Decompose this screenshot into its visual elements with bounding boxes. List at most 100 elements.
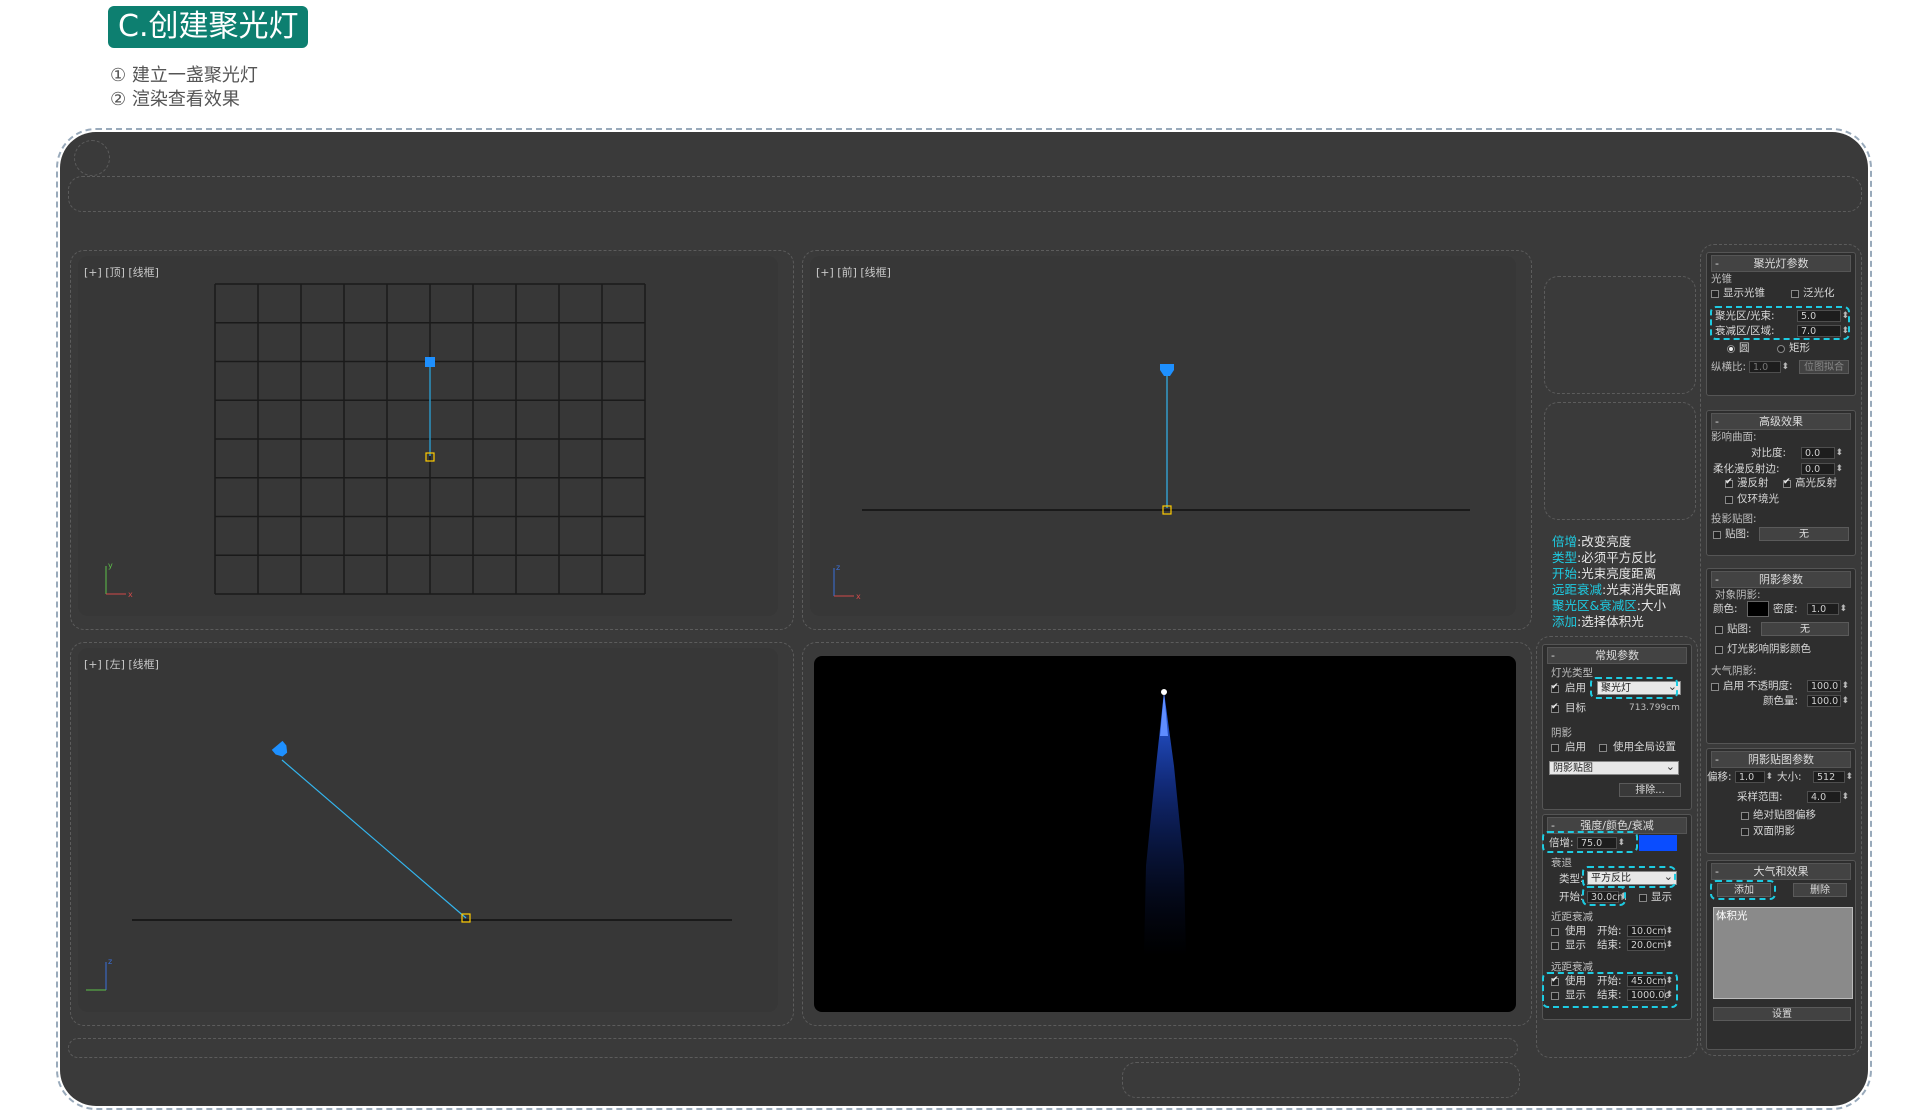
status-area [1122, 1062, 1520, 1098]
setup-button[interactable]: 设置 [1713, 1007, 1851, 1021]
bias-input[interactable]: 1.0 [1735, 771, 1773, 783]
sample-range-input[interactable]: 4.0 [1807, 791, 1849, 803]
notes-list: 倍增:改变亮度 类型:必须平方反比 开始:光束亮度距离 远距衰减:光束消失距离 … [1552, 534, 1681, 630]
circle-radio[interactable] [1727, 345, 1735, 353]
shadow-enable-checkbox[interactable] [1551, 744, 1559, 752]
step-list: ① 建立一盏聚光灯 ② 渲染查看效果 [110, 64, 258, 112]
atmos-enable-checkbox[interactable] [1711, 683, 1719, 691]
two-sided-checkbox[interactable] [1741, 828, 1749, 836]
near-start-label: 开始: [1597, 925, 1622, 937]
opacity-input[interactable]: 100.0 [1807, 680, 1849, 692]
render-view[interactable] [814, 656, 1516, 1012]
circle-label: 圆 [1739, 342, 1750, 354]
viewport-left[interactable]: [+] [左] [线框] z [78, 648, 778, 1012]
step-2: ② 渲染查看效果 [110, 89, 240, 110]
highlight-multiplier [1542, 831, 1638, 853]
size-input[interactable]: 512 [1813, 771, 1853, 783]
shadow-map-button[interactable]: 无 [1761, 622, 1849, 636]
highlight-light-type [1590, 677, 1678, 699]
color-amount-input[interactable]: 100.0 [1807, 695, 1849, 707]
effects-list-item[interactable]: 体积光 [1716, 910, 1748, 923]
affect-surfaces-label: 影响曲面: [1711, 431, 1757, 443]
app-logo-icon[interactable] [74, 140, 110, 176]
density-input[interactable]: 1.0 [1807, 603, 1847, 615]
projector-map-button[interactable]: 无 [1759, 527, 1849, 541]
decay-start-label: 开始: [1559, 891, 1584, 903]
exclude-button[interactable]: 排除... [1619, 783, 1681, 797]
svg-text:x: x [856, 592, 861, 601]
near-use-label: 使用 [1565, 925, 1586, 937]
decay-group-label: 衰退 [1551, 857, 1572, 869]
placeholder-panel-2 [1544, 402, 1696, 520]
advanced-effects-header[interactable]: - 高级效果 [1711, 413, 1851, 430]
note-item: 开始:光束亮度距离 [1552, 566, 1657, 581]
absolute-bias-checkbox[interactable] [1741, 812, 1749, 820]
target-checkbox[interactable] [1551, 702, 1559, 713]
svg-text:x: x [128, 590, 133, 599]
light-type-group-label: 灯光类型 [1551, 667, 1593, 679]
near-show-label: 显示 [1565, 939, 1586, 951]
diffuse-checkbox[interactable] [1725, 477, 1733, 488]
light-color-swatch[interactable] [1639, 835, 1677, 851]
light-source-icon [271, 740, 288, 757]
placeholder-panel-1 [1544, 276, 1696, 394]
atmos-effects-header[interactable]: - 大气和效果 [1711, 863, 1851, 880]
shadow-type-select[interactable]: 阴影贴图 [1549, 760, 1679, 775]
projector-map-checkbox[interactable] [1713, 531, 1721, 539]
sample-range-label: 采样范围: [1737, 791, 1783, 803]
general-params-header[interactable]: - 常规参数 [1547, 647, 1687, 664]
soften-label: 柔化漫反射边: [1713, 463, 1780, 475]
effects-list[interactable]: 体积光 [1713, 907, 1853, 999]
near-use-checkbox[interactable] [1551, 928, 1559, 936]
cone-group-label: 光锥 [1711, 273, 1732, 285]
shadow-map-label: 贴图: [1727, 623, 1752, 635]
top-grid: y x [105, 283, 646, 599]
soften-input[interactable]: 0.0 [1801, 463, 1843, 475]
atmos-shadows-label: 大气阴影: [1711, 665, 1757, 677]
diffuse-label: 漫反射 [1737, 477, 1769, 489]
projector-map-sublabel: 贴图: [1725, 528, 1750, 540]
bias-label: 偏移: [1707, 771, 1732, 783]
absolute-bias-label: 绝对贴图偏移 [1753, 809, 1816, 821]
specular-checkbox[interactable] [1783, 477, 1791, 488]
aspect-input[interactable]: 1.0 [1749, 361, 1789, 373]
specular-label: 高光反射 [1795, 477, 1837, 489]
note-item: 倍增:改变亮度 [1552, 534, 1632, 549]
shadow-group-label: 阴影 [1551, 727, 1572, 739]
shadow-map-checkbox[interactable] [1715, 626, 1723, 634]
note-item: 类型:必须平方反比 [1552, 550, 1657, 565]
near-show-checkbox[interactable] [1551, 942, 1559, 950]
bitmap-fit-button[interactable]: 位图拟合 [1799, 360, 1849, 374]
overshoot-checkbox[interactable] [1791, 290, 1799, 298]
toolbar-area [68, 176, 1862, 212]
shadow-params-rollout: -阴影参数 对象阴影: 颜色: 密度: 1.0 贴图: 无 灯光影响阴影颜色 大… [1706, 568, 1856, 744]
advanced-effects-rollout: -高级效果 影响曲面: 对比度: 0.0 柔化漫反射边: 0.0 漫反射 高光反… [1706, 410, 1856, 556]
density-label: 密度: [1773, 603, 1798, 615]
spot-params-header[interactable]: - 聚光灯参数 [1711, 255, 1851, 272]
rect-radio[interactable] [1777, 345, 1785, 353]
svg-text:y: y [108, 561, 113, 570]
light-enable-checkbox[interactable] [1551, 682, 1559, 693]
target-distance-value: 713.799cm [1629, 703, 1680, 713]
near-end-label: 结束: [1597, 939, 1622, 951]
viewport-front[interactable]: [+] [前] [线框] z x [810, 256, 1516, 616]
light-affects-checkbox[interactable] [1715, 646, 1723, 654]
ambient-only-checkbox[interactable] [1725, 496, 1733, 504]
highlight-decay-start [1582, 886, 1626, 906]
shadow-color-swatch[interactable] [1747, 601, 1769, 617]
highlight-cone-sizes [1710, 306, 1850, 340]
viewport-top[interactable]: [+] [顶] [线框] y x [78, 256, 778, 616]
light-enable-label: 启用 [1565, 682, 1586, 694]
near-end-input[interactable]: 20.0cm [1627, 939, 1673, 951]
note-item: 聚光区&衰减区:大小 [1552, 598, 1666, 613]
shadow-params-header[interactable]: - 阴影参数 [1711, 571, 1851, 588]
near-start-input[interactable]: 10.0cm [1627, 925, 1673, 937]
decay-show-checkbox[interactable] [1639, 894, 1647, 902]
light-affects-label: 灯光影响阴影颜色 [1727, 643, 1811, 655]
use-global-checkbox[interactable] [1599, 744, 1607, 752]
light-source-icon [425, 357, 435, 367]
contrast-input[interactable]: 0.0 [1801, 447, 1843, 459]
shadow-map-header[interactable]: - 阴影贴图参数 [1711, 751, 1851, 768]
show-cone-checkbox[interactable] [1711, 290, 1719, 298]
delete-effect-button[interactable]: 删除 [1793, 883, 1847, 897]
